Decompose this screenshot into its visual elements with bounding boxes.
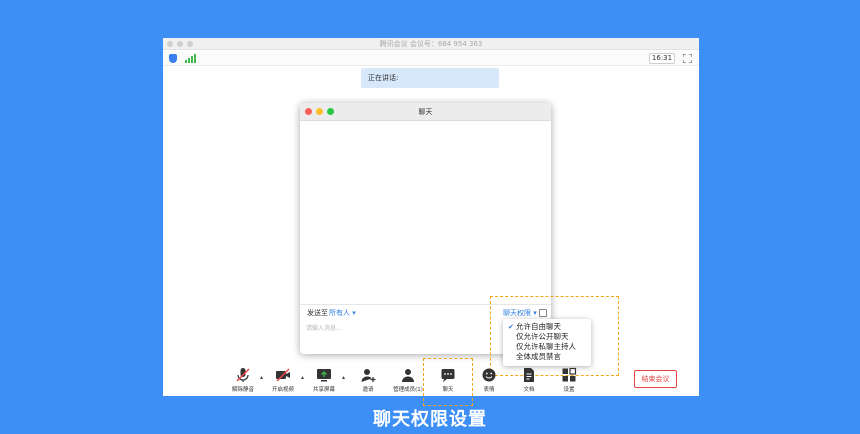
permission-highlight-box bbox=[490, 296, 619, 376]
invite-button[interactable]: 邀请 bbox=[355, 367, 381, 395]
settings-icon bbox=[562, 367, 577, 382]
chat-icon bbox=[441, 369, 455, 382]
speaking-indicator: 正在讲话: bbox=[361, 68, 499, 88]
share-screen-icon bbox=[317, 369, 331, 382]
audio-options-caret-icon[interactable]: ▴ bbox=[260, 374, 263, 381]
video-options-caret-icon[interactable]: ▴ bbox=[301, 374, 304, 381]
chat-title: 聊天 bbox=[418, 108, 433, 116]
status-bar: 16:31 bbox=[163, 51, 699, 66]
emoji-button[interactable]: 表情 bbox=[477, 367, 501, 395]
unmute-button[interactable]: 解除静音 bbox=[229, 367, 257, 395]
window-titlebar: 腾讯会议 会议号：684 954 363 bbox=[163, 38, 699, 50]
settings-button[interactable]: 设置 bbox=[557, 367, 581, 395]
chat-button[interactable]: 聊天 bbox=[436, 367, 460, 395]
chat-message-area bbox=[300, 122, 551, 304]
invite-icon bbox=[361, 369, 376, 382]
share-options-caret-icon[interactable]: ▴ bbox=[342, 374, 345, 381]
signal-strength-icon[interactable] bbox=[185, 54, 196, 63]
send-to-label: 发送至 bbox=[307, 309, 328, 317]
mic-muted-icon bbox=[236, 368, 250, 382]
document-icon bbox=[524, 368, 534, 382]
security-shield-icon[interactable] bbox=[169, 54, 177, 63]
chat-input[interactable]: 请输入消息... bbox=[306, 323, 342, 332]
start-video-button[interactable]: 开启视频 bbox=[269, 367, 297, 395]
end-meeting-button[interactable]: 结束会议 bbox=[634, 370, 677, 388]
emoji-icon bbox=[482, 368, 496, 382]
meeting-timer: 16:31 bbox=[649, 53, 675, 64]
manage-members-button[interactable]: 管理成员(1) bbox=[390, 367, 426, 395]
members-icon bbox=[402, 369, 414, 382]
send-to-selector[interactable]: 所有人 ▾ bbox=[329, 308, 356, 318]
window-title: 腾讯会议 会议号：684 954 363 bbox=[379, 40, 483, 48]
document-button[interactable]: 文档 bbox=[517, 367, 541, 395]
caption-title: 聊天权限设置 bbox=[373, 409, 487, 430]
camera-off-icon bbox=[276, 368, 290, 382]
chat-titlebar: 聊天 bbox=[300, 103, 551, 121]
fullscreen-icon[interactable] bbox=[683, 54, 692, 63]
share-screen-button[interactable]: 共享屏幕 bbox=[310, 367, 338, 395]
